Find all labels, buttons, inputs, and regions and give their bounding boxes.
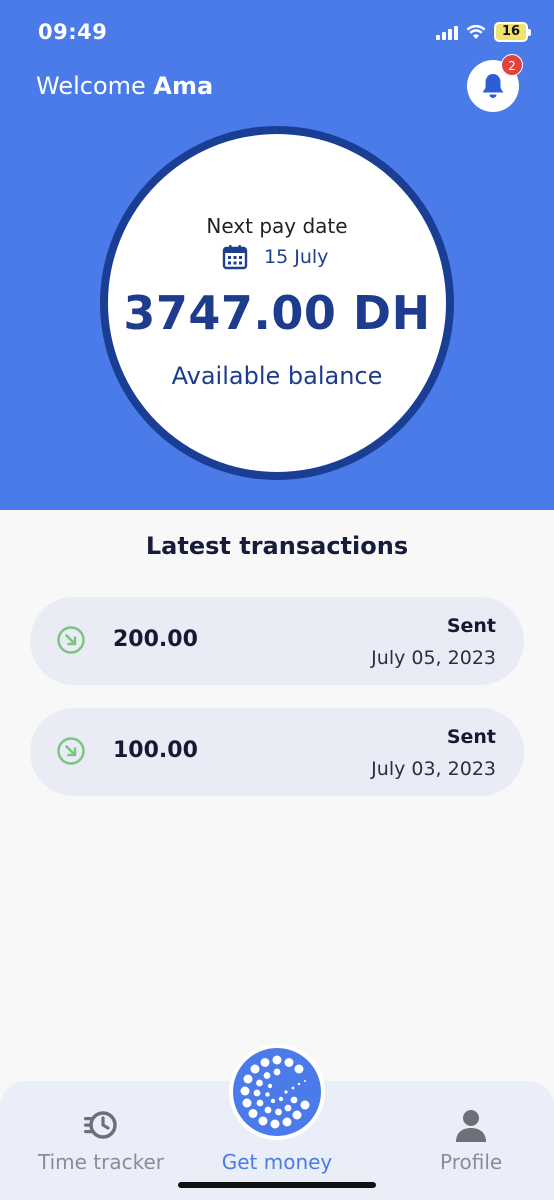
bell-icon [482,74,504,98]
next-pay-date: 15 July [264,246,329,268]
home-indicator [178,1182,376,1188]
history-icon [84,1111,117,1139]
transaction-status: Sent [446,726,496,748]
status-icons: 16 [436,22,531,42]
transaction-date: July 05, 2023 [371,647,496,669]
wifi-icon [466,24,486,39]
transaction-amount: 100.00 [113,738,198,763]
cellular-signal-icon [436,24,458,40]
nav-label: Profile [440,1150,503,1174]
next-pay-label: Next pay date [206,214,348,238]
transactions-title: Latest transactions [145,532,409,560]
welcome-heading: Welcome Ama [36,72,213,100]
next-pay-date-row: 15 July [222,244,328,270]
status-time: 09:49 [38,20,108,44]
transaction-card[interactable]: 200.00 Sent July 05, 2023 [30,597,524,685]
user-name: Ama [153,72,214,100]
arrow-down-right-icon [57,626,85,654]
calendar-icon [222,245,248,270]
notification-badge: 2 [501,54,523,76]
status-bar: 09:49 16 [0,0,554,64]
balance-amount: 3747.00 DH [123,286,431,340]
transaction-status: Sent [446,615,496,637]
get-money-button[interactable] [229,1044,325,1140]
transaction-amount: 200.00 [113,627,198,652]
arrow-down-right-icon [57,737,85,765]
battery-icon: 16 [494,22,531,42]
get-money-logo-icon [240,1055,310,1129]
transaction-card[interactable]: 100.00 Sent July 03, 2023 [30,708,524,796]
nav-profile[interactable]: Profile [440,1108,502,1174]
user-icon [456,1110,487,1142]
welcome-text: Welcome [36,72,146,100]
transaction-date: July 03, 2023 [371,758,496,780]
available-balance-label: Available balance [171,362,383,390]
